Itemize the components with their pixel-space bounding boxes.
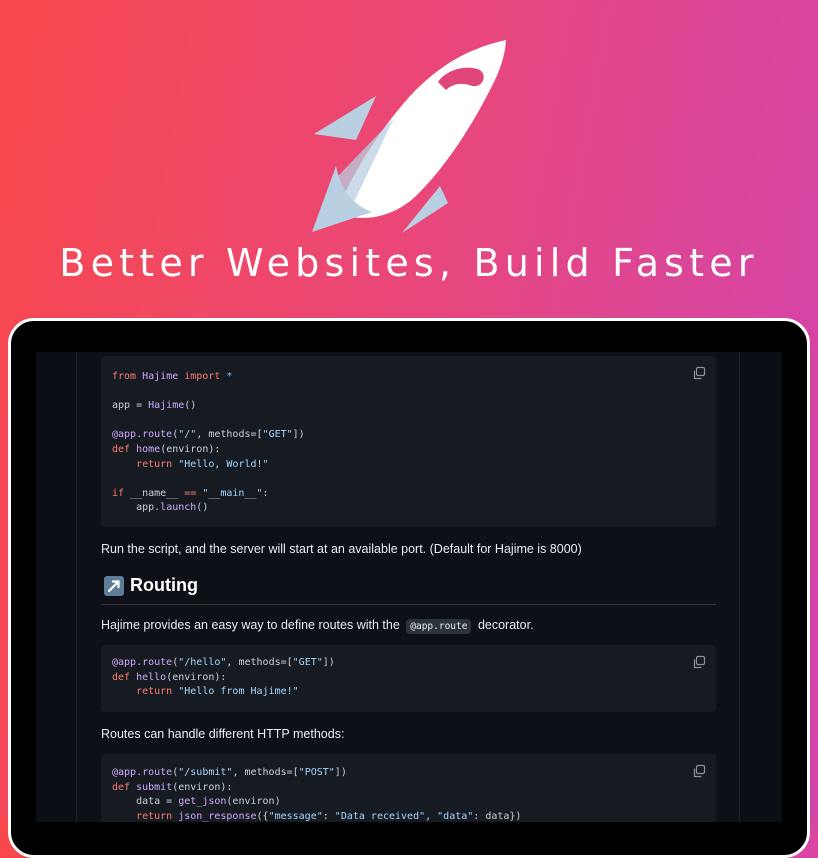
code-line: @app.route("/", methods=["GET"]) [112,429,305,441]
left-sidebar [36,352,77,822]
code-line: if __name__ == "__main__": [112,487,269,499]
rocket-body [336,40,506,218]
code-block-submit-route: @app.route("/submit", methods=["POST"]) d… [101,754,716,822]
code-line: return "Hello, World!" [112,458,269,470]
copy-icon[interactable] [692,366,706,380]
run-script-text: Run the script, and the server will star… [101,542,582,556]
routes-intro-before: Hajime provides an easy way to define ro… [101,618,400,632]
routes-intro-after: decorator. [477,618,534,632]
code-line: from Hajime import * [112,371,233,382]
code-line: def hello(environ): [112,671,227,683]
hero-title: Better Websites, Build Faster [59,241,759,285]
code-block-hello-route: @app.route("/hello", methods=["GET"]) def… [101,645,716,712]
inline-code-app-route: @app.route [406,619,472,634]
methods-text: Routes can handle different HTTP methods… [101,727,345,741]
copy-icon[interactable] [692,655,706,669]
code-line: def home(environ): [112,443,221,455]
code-line: data = get_json(environ) [112,796,281,808]
right-sidebar [739,352,782,822]
arrow-signpost-icon [104,576,124,596]
code-block-quickstart: from Hajime import * app = Hajime() @app… [101,356,716,527]
routes-intro-text: Hajime provides an easy way to define ro… [101,618,534,634]
routing-heading-text: Routing [130,575,198,595]
code-line: return "Hello from Hajime!" [112,686,299,698]
code-line: return json_response({"message": "Data r… [112,810,522,822]
docs-screen: from Hajime import * app = Hajime() @app… [36,352,782,822]
code-line: app.launch() [112,502,209,514]
code-line: def submit(environ): [112,781,233,793]
routing-heading: Routing [101,574,716,605]
code-line: app = Hajime() [112,400,197,412]
code-line: @app.route("/hello", methods=["GET"]) [112,657,335,668]
code-line: @app.route("/submit", methods=["POST"]) [112,767,347,778]
copy-icon[interactable] [692,764,706,778]
rocket-left-fin [314,96,376,140]
